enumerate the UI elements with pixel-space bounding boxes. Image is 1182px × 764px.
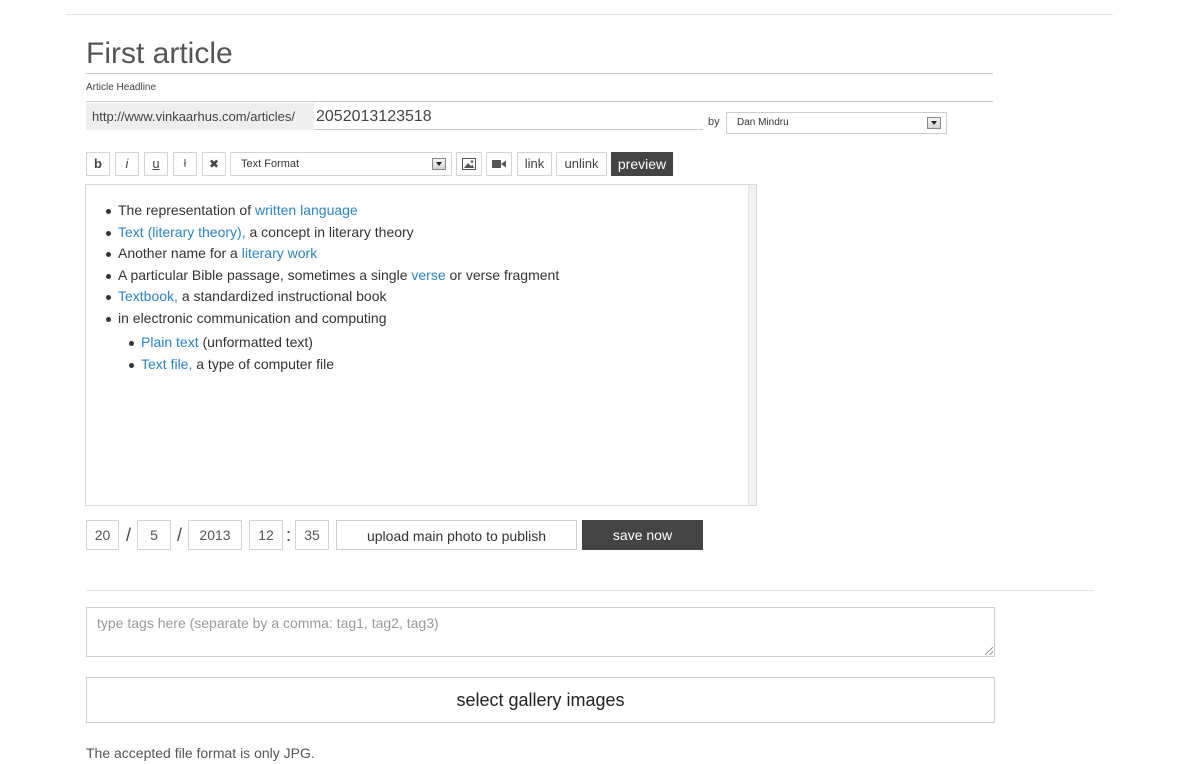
select-gallery-images-button[interactable]: select gallery images <box>86 677 995 723</box>
insert-image-button[interactable] <box>456 152 482 176</box>
headline-underline <box>86 73 993 74</box>
list-item: The representation of written language <box>86 200 726 222</box>
underline-button[interactable]: u <box>144 152 168 176</box>
link-button[interactable]: link <box>517 152 552 176</box>
month-input[interactable]: 5 <box>137 520 171 550</box>
article-body-editor[interactable]: The representation of written language T… <box>85 184 757 506</box>
preview-button[interactable]: preview <box>611 152 673 176</box>
author-select[interactable]: Dan Mindru <box>726 112 947 134</box>
content-link[interactable]: literary work <box>242 245 317 261</box>
content-link[interactable]: Plain text <box>141 334 199 350</box>
by-label: by <box>708 116 720 128</box>
content-link[interactable]: Text (literary theory), <box>118 224 246 240</box>
list-item: Plain text (unformatted text) <box>86 332 726 354</box>
text-format-select[interactable]: Text Format <box>230 152 452 176</box>
editor-content-list: The representation of written language T… <box>86 200 726 375</box>
hour-input[interactable]: 12 <box>249 520 283 550</box>
file-format-note: The accepted file format is only JPG. <box>86 745 315 761</box>
save-now-button[interactable]: save now <box>582 520 703 550</box>
resize-handle-icon[interactable] <box>985 647 993 655</box>
content-link[interactable]: written language <box>255 202 358 218</box>
chevron-down-icon <box>432 158 446 170</box>
tags-textarea[interactable]: type tags here (separate by a comma: tag… <box>86 607 995 657</box>
list-item: Textbook, a standardized instructional b… <box>86 286 726 308</box>
content-link[interactable]: Textbook, <box>118 288 178 304</box>
editor-scrollbar[interactable] <box>748 185 756 505</box>
strikethrough-button[interactable]: ł <box>173 152 197 176</box>
upload-main-photo-button[interactable]: upload main photo to publish <box>336 520 577 550</box>
author-select-value: Dan Mindru <box>737 117 789 128</box>
list-item: Another name for a literary work <box>86 243 726 265</box>
minute-input[interactable]: 35 <box>295 520 329 550</box>
list-item: A particular Bible passage, sometimes a … <box>86 265 726 287</box>
nested-list: Plain text (unformatted text) Text file,… <box>86 332 726 375</box>
url-divider <box>86 101 993 102</box>
text-format-value: Text Format <box>241 158 300 170</box>
year-input[interactable]: 2013 <box>188 520 242 550</box>
date-separator: / <box>126 525 132 545</box>
video-camera-icon <box>492 160 506 168</box>
list-item: in electronic communication and computin… <box>86 308 726 330</box>
italic-button[interactable]: i <box>115 152 139 176</box>
image-icon <box>462 158 476 170</box>
unlink-button[interactable]: unlink <box>556 152 607 176</box>
time-separator: : <box>286 525 292 545</box>
content-link[interactable]: Text file, <box>141 356 192 372</box>
article-headline-input[interactable]: First article <box>86 36 233 72</box>
url-slug-input[interactable]: 2052013123518 <box>314 103 703 130</box>
chevron-down-icon <box>927 117 941 129</box>
list-item: Text (literary theory), a concept in lit… <box>86 222 726 244</box>
list-item: Text file, a type of computer file <box>86 354 726 376</box>
url-prefix: http://www.vinkaarhus.com/articles/ <box>86 103 314 130</box>
day-input[interactable]: 20 <box>86 520 119 550</box>
clear-format-button[interactable]: ✖ <box>202 152 226 176</box>
tags-placeholder: type tags here (separate by a comma: tag… <box>97 615 439 631</box>
content-link[interactable]: verse <box>411 267 445 283</box>
top-divider <box>66 14 1113 15</box>
section-divider <box>86 590 1094 591</box>
headline-caption: Article Headline <box>86 82 157 93</box>
insert-video-button[interactable] <box>486 152 512 176</box>
bold-button[interactable]: b <box>86 152 110 176</box>
date-separator: / <box>177 525 183 545</box>
